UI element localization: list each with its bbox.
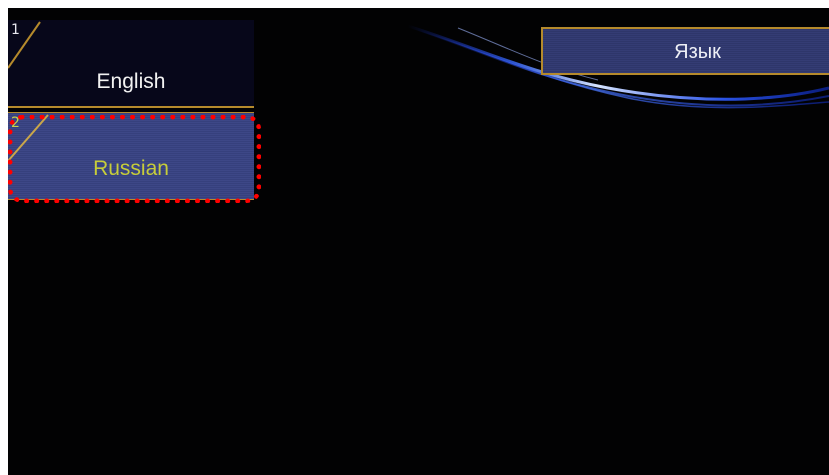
- menu-item-number: 2: [11, 115, 20, 131]
- menu-item-russian[interactable]: 2 Russian: [8, 112, 254, 200]
- menu-item-label: English: [96, 70, 166, 93]
- page-title-box: Язык: [541, 27, 829, 75]
- menu-item-english[interactable]: 1 English: [8, 20, 254, 108]
- menu-item-label: Russian: [93, 157, 169, 180]
- language-screen: 1 English 2 Russian Язык: [8, 8, 829, 475]
- menu-item-number: 1: [11, 22, 20, 38]
- page-title: Язык: [674, 41, 721, 63]
